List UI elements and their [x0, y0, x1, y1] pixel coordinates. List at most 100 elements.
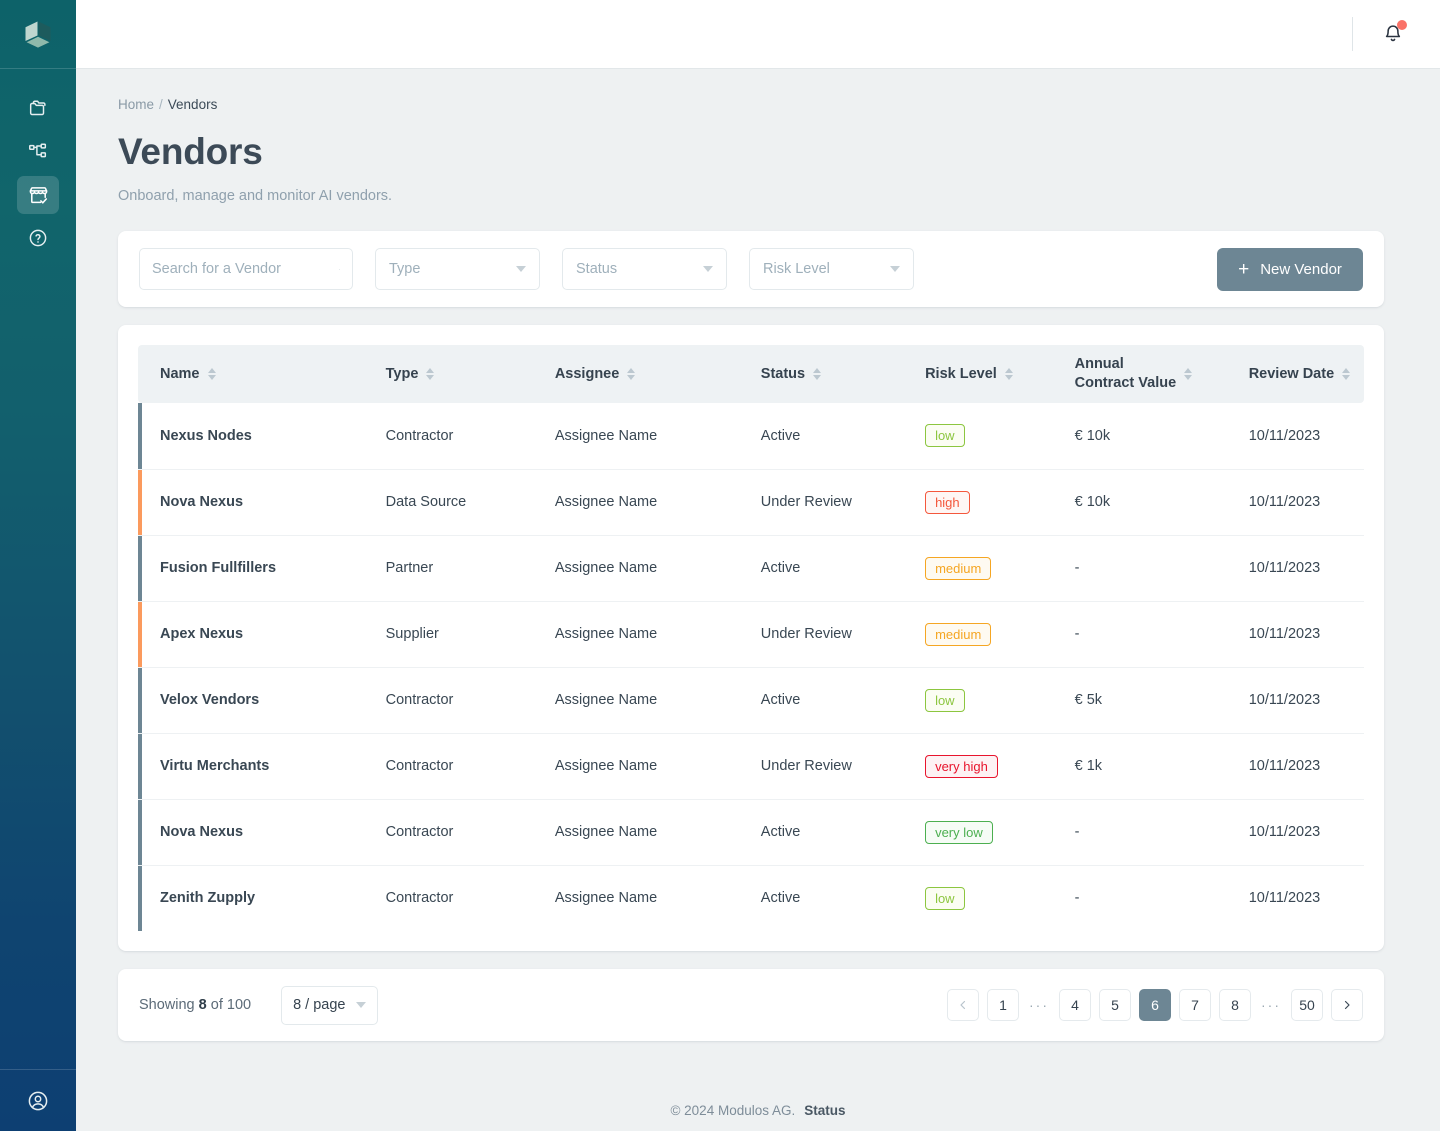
pagination-page-button[interactable]: 7	[1179, 989, 1211, 1021]
per-page-select[interactable]: 8 / page	[281, 986, 378, 1025]
cell-assignee: Assignee Name	[555, 601, 761, 667]
table-row[interactable]: Fusion FullfillersPartnerAssignee NameAc…	[138, 535, 1364, 601]
vendor-name: Fusion Fullfillers	[160, 560, 276, 576]
filter-toolbar: Type Status Risk Level + New Vendor	[118, 231, 1384, 307]
pagination-page-button[interactable]: 8	[1219, 989, 1251, 1021]
column-header-risk-level[interactable]: Risk Level	[925, 345, 1075, 403]
table-row[interactable]: Virtu MerchantsContractorAssignee NameUn…	[138, 733, 1364, 799]
vendor-name: Nova Nexus	[160, 824, 243, 840]
cell-risk-level: very low	[925, 799, 1075, 865]
column-label: Review Date	[1249, 366, 1334, 382]
cell-assignee: Assignee Name	[555, 667, 761, 733]
sort-toggle-acv[interactable]	[1184, 368, 1192, 380]
cell-status: Under Review	[761, 733, 925, 799]
sidebar-item-vendors[interactable]	[17, 176, 59, 214]
column-header-review-date[interactable]: Review Date	[1249, 345, 1364, 403]
pagination-page-button[interactable]: 1	[987, 989, 1019, 1021]
sort-toggle-risk[interactable]	[1005, 368, 1013, 380]
cube-logo-icon	[19, 15, 57, 53]
table-row[interactable]: Velox VendorsContractorAssignee NameActi…	[138, 667, 1364, 733]
new-vendor-button[interactable]: + New Vendor	[1217, 248, 1363, 291]
column-header-name[interactable]: Name	[138, 345, 386, 403]
breadcrumb-home[interactable]: Home	[118, 97, 154, 112]
type-filter-label: Type	[389, 261, 420, 277]
chevron-right-icon	[1341, 999, 1353, 1011]
type-filter-select[interactable]: Type	[375, 248, 540, 290]
cell-name: Zenith Zupply	[138, 865, 386, 931]
table-row[interactable]: Zenith ZupplyContractorAssignee NameActi…	[138, 865, 1364, 931]
cell-review-date: 10/11/2023	[1249, 403, 1364, 469]
column-label: Type	[386, 366, 419, 382]
vendor-name: Apex Nexus	[160, 626, 243, 642]
search-input[interactable]	[152, 261, 339, 277]
sidebar-account[interactable]	[0, 1069, 76, 1131]
cell-status: Active	[761, 799, 925, 865]
cell-name: Apex Nexus	[138, 601, 386, 667]
sidebar-item-workflows[interactable]	[17, 133, 59, 171]
pagination-ellipsis: ···	[1259, 997, 1283, 1013]
sidebar-nav	[17, 90, 59, 257]
pagination-next-button[interactable]	[1331, 989, 1363, 1021]
vendor-name: Velox Vendors	[160, 692, 259, 708]
row-accent-bar	[138, 866, 142, 932]
chevron-down-icon	[890, 266, 900, 272]
sidebar-item-help[interactable]	[17, 219, 59, 257]
risk-badge: high	[925, 491, 970, 514]
pagination-page-button[interactable]: 5	[1099, 989, 1131, 1021]
search-icon	[339, 261, 340, 278]
cell-review-date: 10/11/2023	[1249, 799, 1364, 865]
sort-toggle-name[interactable]	[208, 368, 216, 380]
sidebar-item-projects[interactable]	[17, 90, 59, 128]
column-header-status[interactable]: Status	[761, 345, 925, 403]
column-label: Name	[160, 366, 200, 382]
showing-count: 8	[199, 997, 207, 1013]
cell-review-date: 10/11/2023	[1249, 535, 1364, 601]
table-header-row: Name Type	[138, 345, 1364, 403]
app-logo[interactable]	[0, 0, 76, 69]
status-link[interactable]: Status	[804, 1103, 845, 1118]
cell-status: Active	[761, 667, 925, 733]
pagination-page-button[interactable]: 6	[1139, 989, 1171, 1021]
cell-annual-contract-value: € 5k	[1075, 667, 1249, 733]
main-area: Home / Vendors Vendors Onboard, manage a…	[76, 0, 1440, 1131]
column-header-type[interactable]: Type	[386, 345, 555, 403]
cell-annual-contract-value: -	[1075, 535, 1249, 601]
table-row[interactable]: Apex NexusSupplierAssignee NameUnder Rev…	[138, 601, 1364, 667]
cell-annual-contract-value: € 10k	[1075, 469, 1249, 535]
sort-toggle-date[interactable]	[1342, 368, 1350, 380]
sort-toggle-type[interactable]	[426, 368, 434, 380]
page-subtitle: Onboard, manage and monitor AI vendors.	[118, 188, 1384, 204]
cell-risk-level: low	[925, 403, 1075, 469]
chevron-left-icon	[957, 999, 969, 1011]
pagination-prev-button[interactable]	[947, 989, 979, 1021]
column-header-assignee[interactable]: Assignee	[555, 345, 761, 403]
pagination-page-button[interactable]: 4	[1059, 989, 1091, 1021]
column-header-annual-contract-value[interactable]: Annual Contract Value	[1075, 345, 1249, 403]
table-row[interactable]: Nova NexusData SourceAssignee NameUnder …	[138, 469, 1364, 535]
plus-icon: +	[1238, 260, 1249, 279]
risk-badge: medium	[925, 623, 991, 646]
folder-icon	[27, 98, 49, 120]
page-footer: © 2024 Modulos AG. Status	[76, 1089, 1440, 1131]
cell-assignee: Assignee Name	[555, 865, 761, 931]
cell-status: Under Review	[761, 601, 925, 667]
row-accent-bar	[138, 800, 142, 865]
sort-toggle-assignee[interactable]	[627, 368, 635, 380]
showing-summary: Showing 8 of 100	[139, 997, 251, 1013]
risk-badge: low	[925, 689, 965, 712]
table-row[interactable]: Nova NexusContractorAssignee NameActivev…	[138, 799, 1364, 865]
vendor-name: Nova Nexus	[160, 494, 243, 510]
row-accent-bar	[138, 403, 142, 469]
search-input-wrapper[interactable]	[139, 248, 353, 290]
pagination-page-button[interactable]: 50	[1291, 989, 1323, 1021]
notifications-button[interactable]	[1378, 19, 1408, 49]
risk-level-filter-select[interactable]: Risk Level	[749, 248, 914, 290]
risk-badge: low	[925, 424, 965, 447]
cell-type: Contractor	[386, 733, 555, 799]
sort-toggle-status[interactable]	[813, 368, 821, 380]
status-filter-select[interactable]: Status	[562, 248, 727, 290]
breadcrumb-separator: /	[159, 97, 163, 112]
column-label-line2: Contract Value	[1075, 374, 1177, 393]
table-head: Name Type	[138, 345, 1364, 403]
table-row[interactable]: Nexus NodesContractorAssignee NameActive…	[138, 403, 1364, 469]
